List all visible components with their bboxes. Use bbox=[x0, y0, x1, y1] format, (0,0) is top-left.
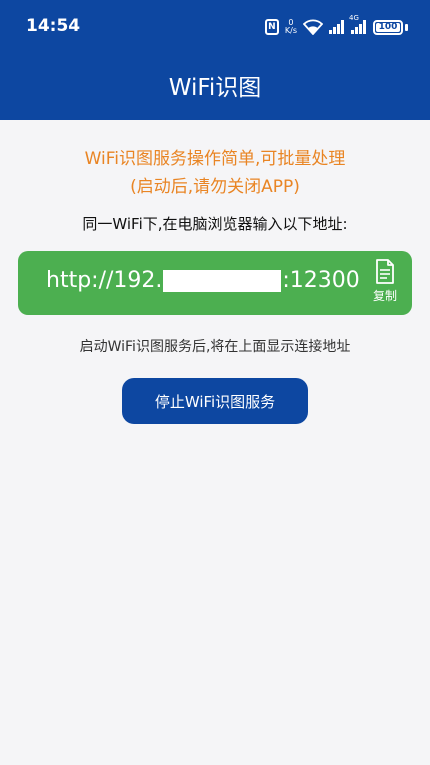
redacted-ip-block bbox=[163, 269, 282, 292]
promo-text-line-2: (启动后,请勿关闭APP) bbox=[130, 177, 300, 197]
url-address[interactable]: http://192. :12300 bbox=[46, 268, 360, 293]
network-speed-unit: K/s bbox=[284, 26, 297, 35]
network-type-label: 4G bbox=[349, 14, 359, 22]
hint-text: 启动WiFi识图服务后,将在上面显示连接地址 bbox=[79, 339, 351, 355]
status-time: 14:54 bbox=[26, 16, 81, 36]
battery-icon: 100 bbox=[373, 19, 403, 35]
nfc-icon: N bbox=[264, 19, 279, 35]
status-bar: 14:54 N 0 K/s 4G 100 bbox=[0, 0, 430, 54]
signal-4g-icon: 4G bbox=[349, 14, 367, 34]
instruction-text: 同一WiFi下,在电脑浏览器输入以下地址: bbox=[82, 215, 348, 233]
copy-icon bbox=[376, 259, 394, 284]
status-icons: N 0 K/s 4G 100 bbox=[264, 14, 408, 40]
battery-level: 100 bbox=[378, 22, 398, 32]
battery-tip bbox=[405, 23, 408, 31]
url-suffix: :12300 bbox=[282, 268, 360, 293]
network-speed: 0 K/s bbox=[285, 19, 297, 35]
url-card: http://192. :12300 复制 bbox=[18, 251, 412, 315]
stop-service-button[interactable]: 停止WiFi识图服务 bbox=[122, 378, 308, 424]
promo-text-line-1: WiFi识图服务操作简单,可批量处理 bbox=[84, 149, 346, 169]
copy-label: 复制 bbox=[372, 289, 397, 303]
copy-button[interactable]: 复制 bbox=[366, 259, 404, 307]
page-title: WiFi识图 bbox=[168, 75, 262, 101]
signal-icon bbox=[329, 20, 345, 34]
url-prefix: http://192. bbox=[46, 268, 163, 293]
wifi-icon bbox=[303, 19, 323, 35]
app-header: 14:54 N 0 K/s 4G 100 WiFi识图 bbox=[0, 0, 430, 120]
